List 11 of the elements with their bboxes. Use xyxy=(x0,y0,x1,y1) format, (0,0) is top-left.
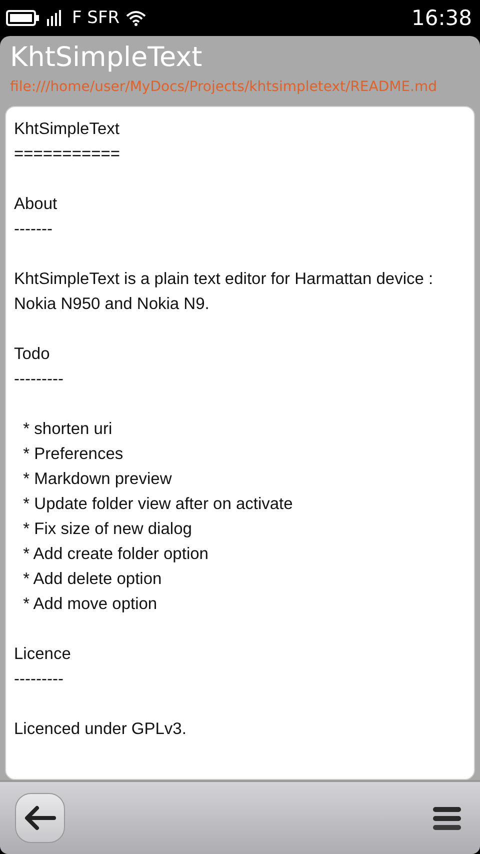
back-button[interactable] xyxy=(15,793,65,843)
text-editor-field[interactable]: KhtSimpleText =========== About ------- KhtSimpleText is a plain text editor for Harmattan device : Nokia N950 and Nokia N9. Todo --------- * shorten uri * Preferences * Markdown preview * Update folder view after on activate * Fix size of new dialog * Add create folder option * Add delete option * Add move option Licence --------- Licenced under GPLv3. xyxy=(5,106,475,780)
clock-time: 16:38 xyxy=(411,6,472,30)
menu-icon[interactable] xyxy=(432,804,462,832)
signal-icon xyxy=(46,9,64,27)
battery-icon xyxy=(6,9,40,27)
carrier-name: F SFR xyxy=(72,8,120,28)
back-arrow-icon xyxy=(22,804,58,832)
wifi-icon xyxy=(126,10,146,26)
app-title: KhtSimpleText xyxy=(10,41,204,75)
file-path: file:///home/user/MyDocs/Projects/khtsimpletext/README.md xyxy=(10,78,438,97)
